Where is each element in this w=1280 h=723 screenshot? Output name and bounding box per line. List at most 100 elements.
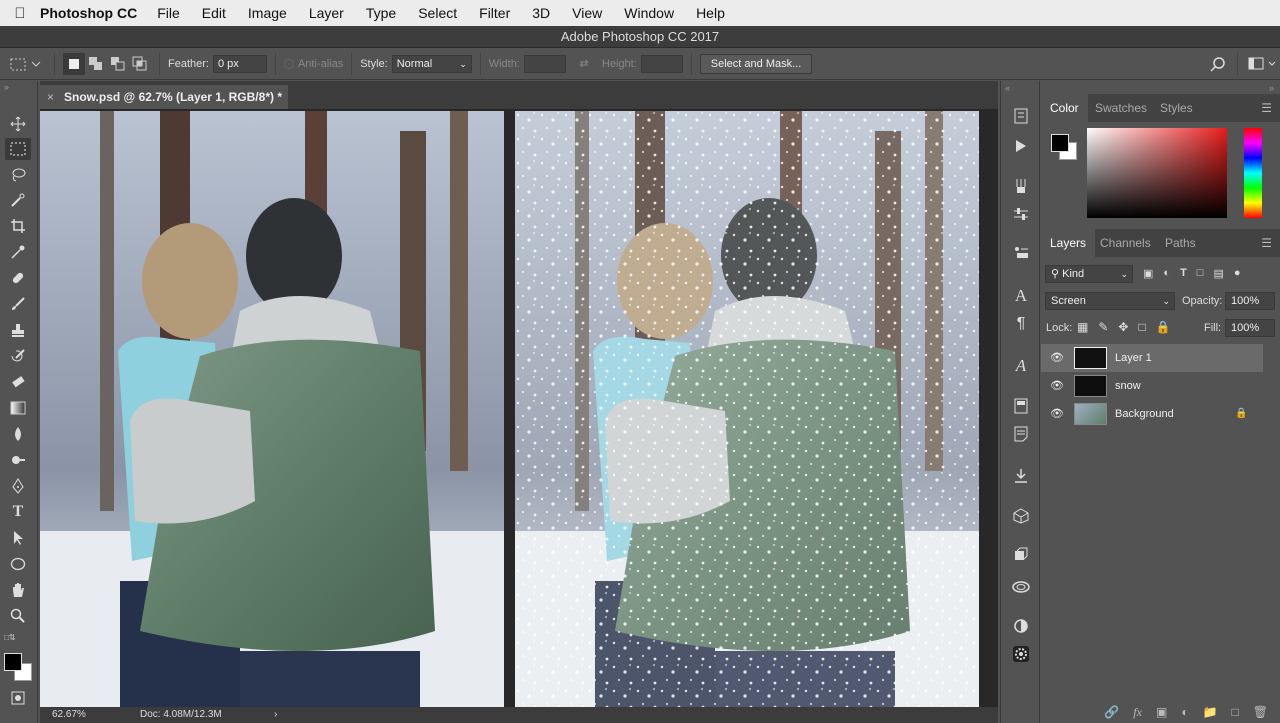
adjustments-sliders-icon[interactable]: [1007, 203, 1035, 225]
menu-type[interactable]: Type: [366, 5, 396, 21]
fx-icon[interactable]: fx: [1133, 705, 1142, 720]
adjustments-halftone-icon[interactable]: [1007, 615, 1035, 637]
layers-panel-menu-icon[interactable]: ☰: [1261, 236, 1272, 250]
pixel-filter-icon[interactable]: ▣: [1143, 267, 1153, 280]
glyphs-panel-icon[interactable]: A: [1007, 355, 1035, 377]
zoom-tool-icon[interactable]: [5, 605, 31, 627]
menu-3d[interactable]: 3D: [532, 5, 550, 21]
clone-stamp-tool-icon[interactable]: [5, 319, 31, 341]
download-icon[interactable]: [1007, 465, 1035, 487]
menu-layer[interactable]: Layer: [309, 5, 344, 21]
select-and-mask-button[interactable]: Select and Mask...: [699, 53, 813, 74]
tab-channels[interactable]: Channels: [1091, 229, 1160, 257]
history-brush-tool-icon[interactable]: [5, 345, 31, 367]
smart-object-filter-icon[interactable]: ▤: [1213, 267, 1223, 280]
tab-swatches[interactable]: Swatches: [1086, 94, 1156, 122]
lock-all-icon[interactable]: 🔒: [1156, 320, 1171, 334]
new-layer-icon[interactable]: □: [1232, 705, 1239, 719]
color-panel-menu-icon[interactable]: ☰: [1261, 101, 1272, 115]
apple-logo-icon[interactable]: : [0, 5, 40, 22]
character-panel-icon[interactable]: A: [1007, 285, 1035, 307]
styles-gear-icon[interactable]: [1007, 643, 1035, 665]
menu-select[interactable]: Select: [418, 5, 457, 21]
color-spectrum-field[interactable]: [1087, 128, 1227, 218]
workspace-icon[interactable]: [1246, 53, 1280, 75]
app-name-menu[interactable]: Photoshop CC: [40, 5, 137, 21]
link-layers-icon[interactable]: 🔗: [1104, 705, 1119, 719]
subtract-selection-icon[interactable]: [107, 53, 129, 75]
lock-position-icon[interactable]: ✥: [1118, 320, 1128, 334]
eyedropper-tool-icon[interactable]: [5, 241, 31, 263]
foreground-color-swatch-front[interactable]: [4, 653, 22, 671]
document-canvas[interactable]: [40, 109, 998, 707]
3d-scene-icon[interactable]: [1007, 543, 1035, 565]
anti-alias-checkbox[interactable]: [283, 58, 294, 69]
menu-filter[interactable]: Filter: [479, 5, 510, 21]
expand-panels-icon[interactable]: «: [1005, 83, 1010, 93]
layer-row-snow[interactable]: 👁 snow: [1041, 372, 1263, 400]
close-tab-icon[interactable]: ×: [47, 85, 54, 109]
layer-row-layer-1[interactable]: 👁 Layer 1: [1041, 344, 1263, 372]
marquee-preset-icon[interactable]: [6, 53, 46, 75]
dodge-tool-icon[interactable]: [5, 449, 31, 471]
layer-row-background[interactable]: 👁 Background 🔒: [1041, 400, 1263, 428]
quick-mask-icon[interactable]: [5, 687, 31, 709]
search-icon[interactable]: [1207, 53, 1229, 75]
add-mask-icon[interactable]: ▣: [1156, 705, 1167, 719]
swap-dimensions-icon[interactable]: ⇄: [566, 53, 602, 75]
lasso-tool-icon[interactable]: [5, 164, 31, 186]
healing-brush-tool-icon[interactable]: [5, 267, 31, 289]
tab-color[interactable]: Color: [1041, 94, 1088, 122]
lock-transparent-icon[interactable]: ▦: [1077, 320, 1088, 334]
brush-presets-icon[interactable]: [1007, 175, 1035, 197]
tab-paths[interactable]: Paths: [1156, 229, 1205, 257]
lock-image-icon[interactable]: ✎: [1098, 320, 1108, 334]
height-input[interactable]: [640, 54, 683, 73]
menu-view[interactable]: View: [572, 5, 602, 21]
notes-panel-icon[interactable]: [1007, 423, 1035, 445]
gradient-tool-icon[interactable]: [5, 397, 31, 419]
paragraph-styles-icon[interactable]: [1007, 395, 1035, 417]
rectangular-marquee-tool-icon[interactable]: [5, 138, 31, 160]
opacity-input[interactable]: 100%: [1225, 292, 1275, 310]
fill-input[interactable]: 100%: [1225, 319, 1275, 337]
crop-tool-icon[interactable]: [5, 215, 31, 237]
menu-help[interactable]: Help: [696, 5, 725, 21]
type-tool-icon[interactable]: T: [5, 501, 31, 523]
history-panel-icon[interactable]: [1007, 105, 1035, 127]
zoom-level[interactable]: 62.67%: [52, 707, 86, 723]
visibility-eye-icon[interactable]: 👁: [1049, 372, 1065, 400]
collapse-panels-icon[interactable]: »: [1269, 83, 1274, 93]
document-tab[interactable]: × Snow.psd @ 62.7% (Layer 1, RGB/8*) *: [40, 85, 288, 109]
new-group-icon[interactable]: 📁: [1203, 705, 1218, 719]
layer-filter-select[interactable]: ⚲ Kind ⌄: [1045, 265, 1133, 283]
new-adjustment-layer-icon[interactable]: ◐: [1181, 705, 1188, 719]
blend-mode-select[interactable]: Screen ⌄: [1045, 292, 1175, 310]
adjustment-filter-icon[interactable]: ◐: [1163, 267, 1170, 280]
tab-layers[interactable]: Layers: [1041, 229, 1096, 257]
menu-window[interactable]: Window: [624, 5, 674, 21]
menu-image[interactable]: Image: [248, 5, 287, 21]
intersect-selection-icon[interactable]: [129, 53, 151, 75]
hand-tool-icon[interactable]: [5, 579, 31, 601]
tab-styles[interactable]: Styles: [1151, 94, 1202, 122]
blur-tool-icon[interactable]: [5, 423, 31, 445]
delete-layer-icon[interactable]: 🗑: [1253, 705, 1268, 719]
pen-tool-icon[interactable]: [5, 475, 31, 497]
quick-selection-tool-icon[interactable]: [5, 189, 31, 211]
lock-artboard-icon[interactable]: □: [1138, 320, 1145, 334]
hue-slider[interactable]: [1244, 128, 1262, 218]
brush-tool-icon[interactable]: [5, 293, 31, 315]
eraser-tool-icon[interactable]: [5, 371, 31, 393]
properties-panel-icon[interactable]: [1007, 241, 1035, 263]
libraries-icon[interactable]: [1007, 575, 1035, 597]
status-menu-arrow[interactable]: ›: [274, 707, 277, 723]
3d-panel-icon[interactable]: [1007, 505, 1035, 527]
shape-filter-icon[interactable]: □: [1197, 267, 1204, 280]
menu-file[interactable]: File: [157, 5, 180, 21]
default-colors-icon[interactable]: □⇅: [4, 633, 16, 642]
style-select[interactable]: Normal ⌄: [391, 54, 472, 73]
feather-input[interactable]: 0 px: [212, 54, 267, 73]
menu-edit[interactable]: Edit: [202, 5, 226, 21]
color-panel-foreground-swatch[interactable]: [1051, 134, 1069, 152]
